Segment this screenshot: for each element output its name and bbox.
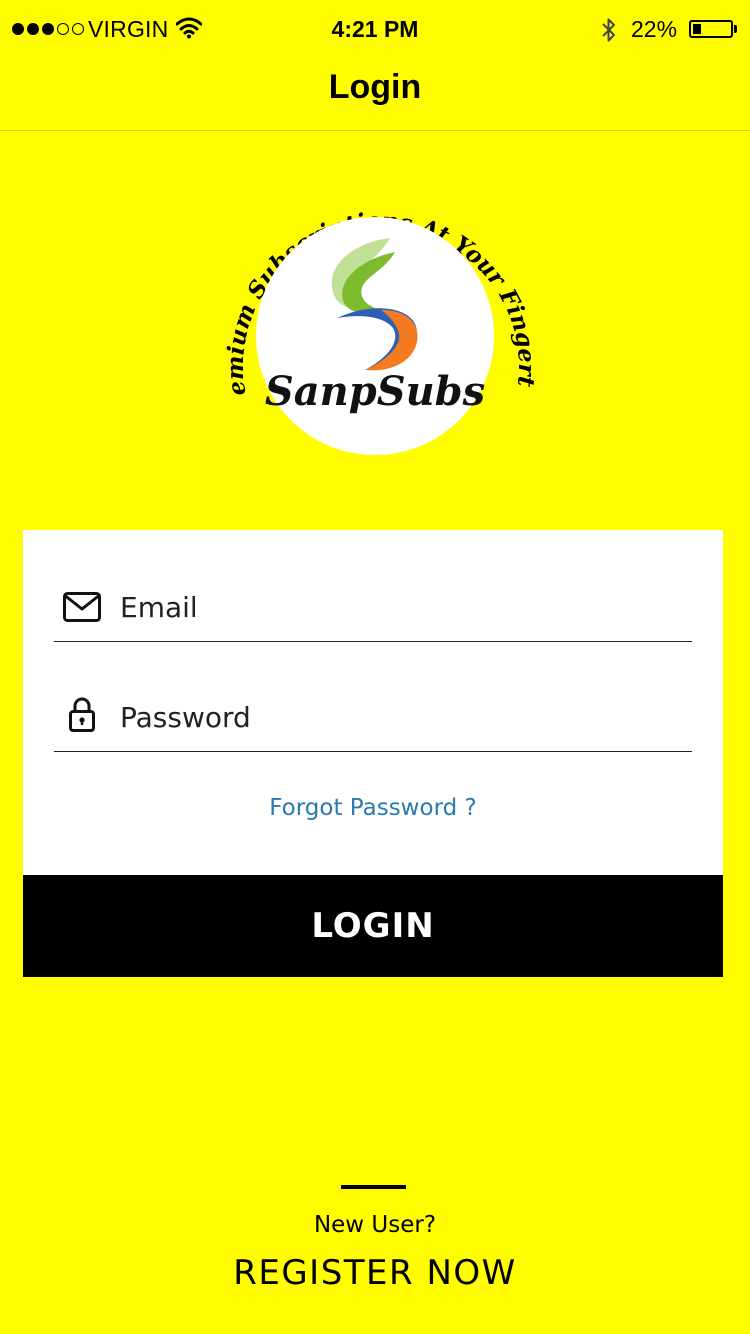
email-input[interactable] (120, 582, 680, 632)
battery-fill (693, 24, 701, 34)
battery-percent: 22% (631, 16, 678, 42)
register-now-link[interactable]: REGISTER NOW (0, 1253, 750, 1293)
envelope-icon (63, 592, 101, 622)
forgot-password-link[interactable]: Forgot Password ? (23, 795, 723, 821)
bluetooth-icon (602, 18, 615, 42)
login-card: Forgot Password ? (23, 530, 723, 875)
sanpsubs-logo: Premium Subscriptions At Your Fingertips… (205, 170, 540, 455)
footer-divider (341, 1185, 406, 1189)
page-title: Login (328, 68, 422, 106)
logo-brand-name: SanpSubs (265, 368, 485, 415)
lock-icon (69, 697, 95, 732)
login-button[interactable]: LOGIN (23, 875, 723, 977)
password-field-row (54, 640, 692, 752)
new-user-label: New User? (313, 1212, 437, 1238)
status-bar: VIRGIN 4:21 PM 22% (0, 0, 750, 60)
battery-icon (689, 20, 733, 38)
email-field-row (54, 530, 692, 642)
battery-tip (734, 25, 737, 33)
nav-divider (0, 130, 750, 131)
password-input[interactable] (120, 692, 680, 742)
